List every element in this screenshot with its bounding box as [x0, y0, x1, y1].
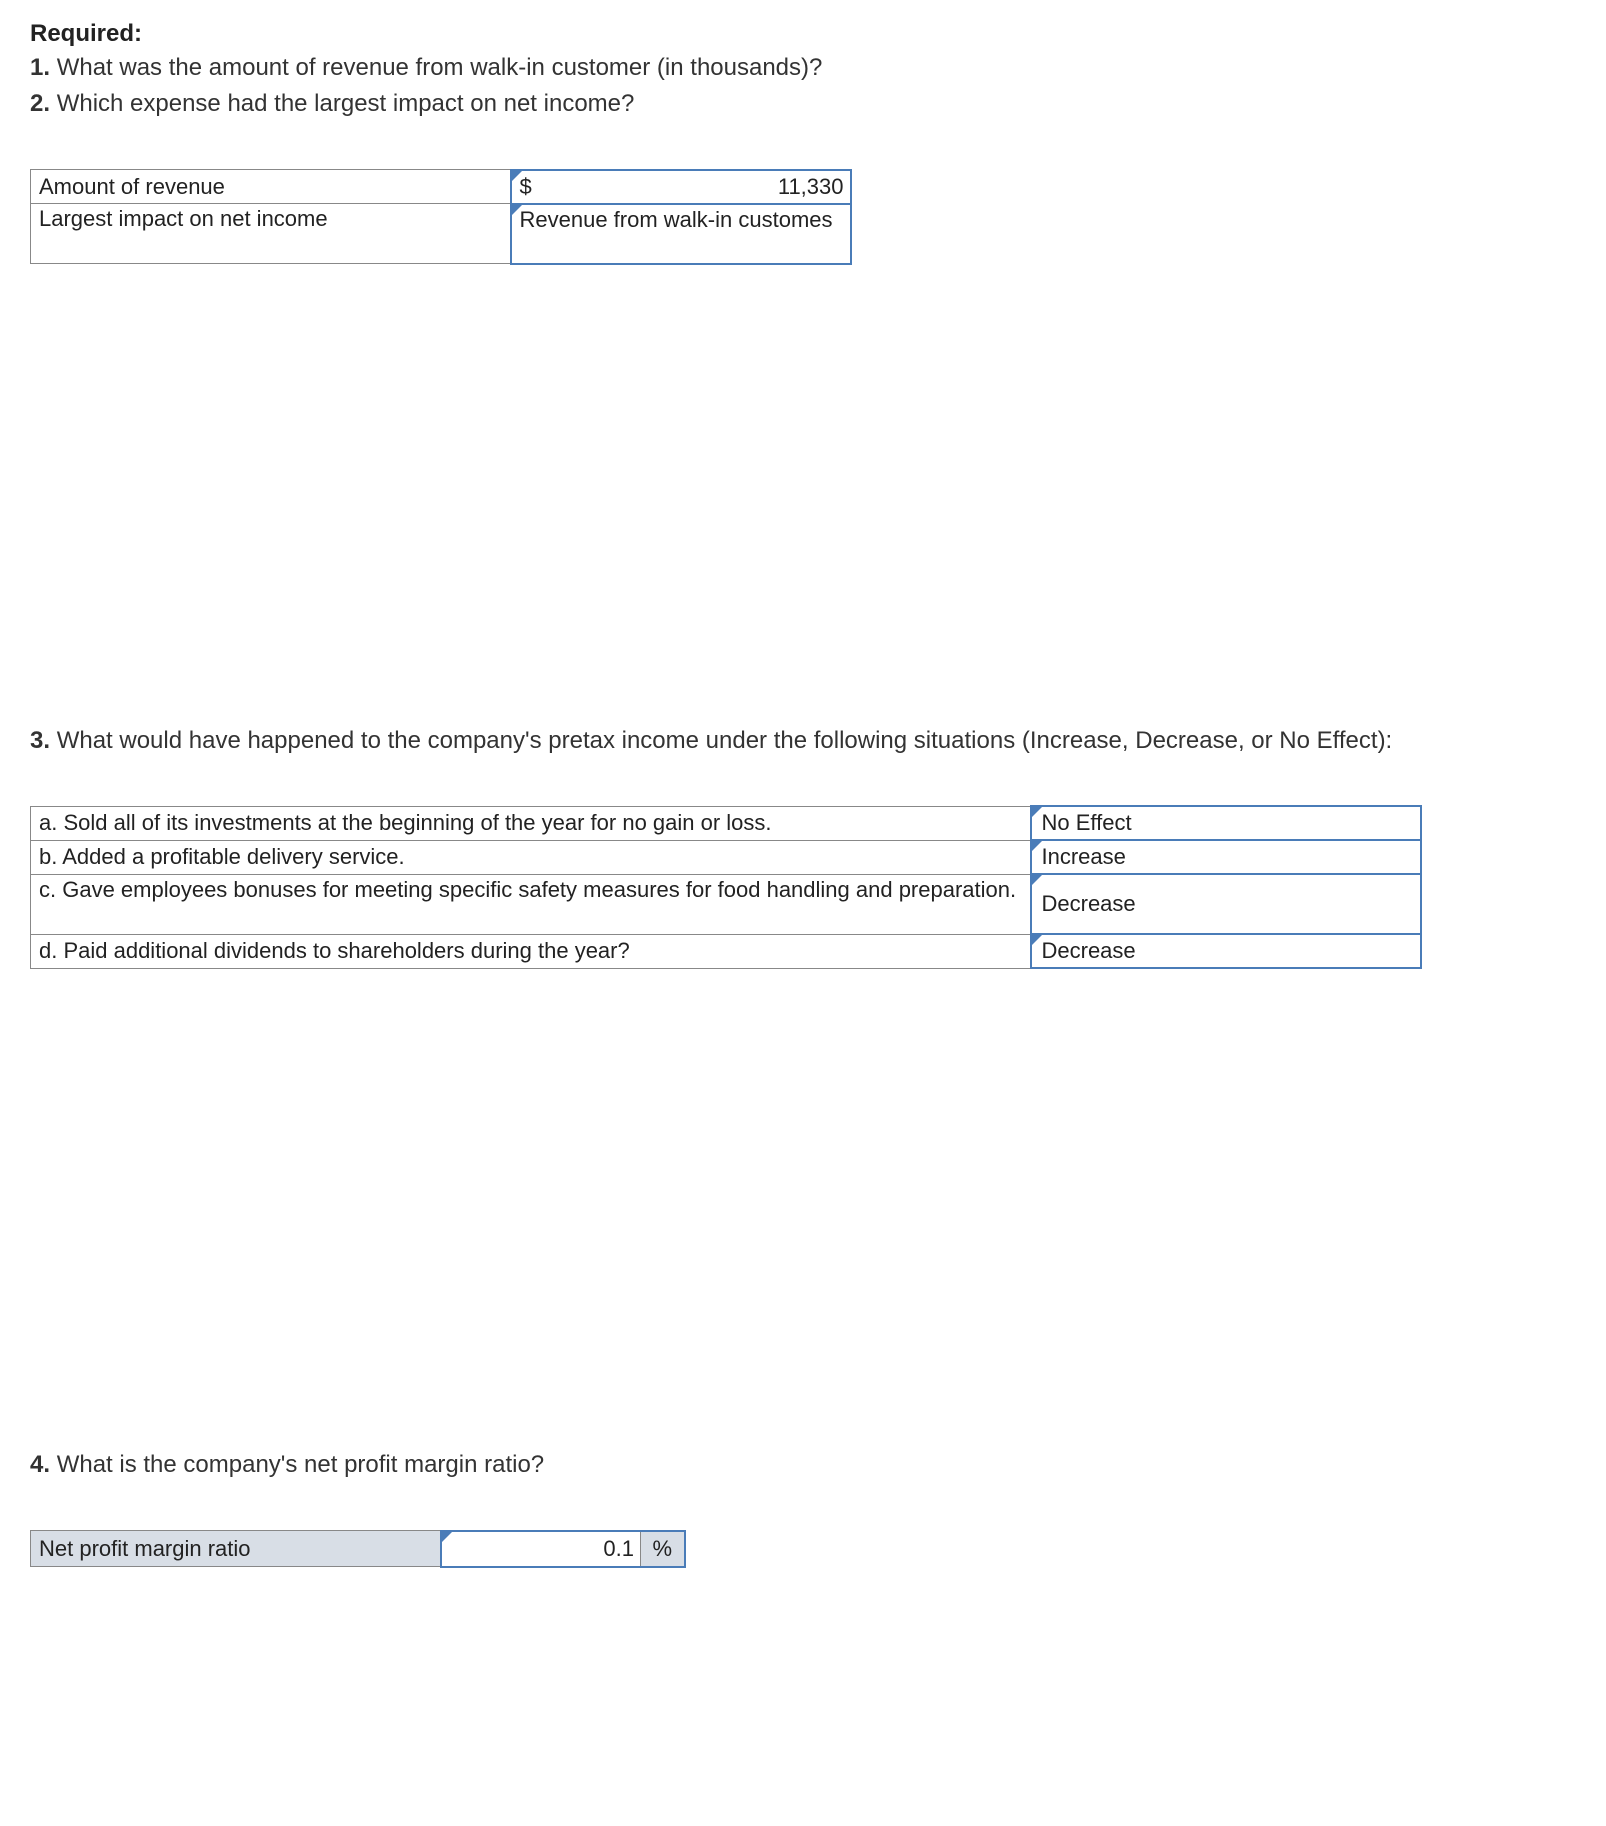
npm-label: Net profit margin ratio — [31, 1531, 441, 1567]
answer-table-1: Amount of revenue $ 11,330 Largest impac… — [30, 169, 852, 265]
q3b-answer: Increase — [1042, 844, 1126, 869]
q3a-answer-cell[interactable]: No Effect — [1031, 806, 1421, 840]
npm-value-cell[interactable]: 0.1 — [441, 1531, 641, 1567]
answer-table-2: a. Sold all of its investments at the be… — [30, 805, 1422, 969]
dropdown-marker-icon — [1032, 875, 1042, 885]
dropdown-marker-icon — [1032, 841, 1042, 851]
question-2-text: Which expense had the largest impact on … — [57, 90, 635, 117]
revenue-label: Amount of revenue — [31, 170, 511, 204]
dropdown-marker-icon — [1032, 807, 1042, 817]
dropdown-marker-icon — [442, 1532, 452, 1542]
question-1: 1. What was the amount of revenue from w… — [30, 52, 1576, 84]
question-3: 3. What would have happened to the compa… — [30, 725, 1576, 757]
q3b-answer-cell[interactable]: Increase — [1031, 840, 1421, 874]
question-3-text: What would have happened to the company'… — [57, 727, 1393, 754]
answer-table-3: Net profit margin ratio 0.1 % — [30, 1530, 686, 1568]
q3d-label: d. Paid additional dividends to sharehol… — [31, 934, 1031, 968]
q3c-answer-cell[interactable]: Decrease — [1031, 874, 1421, 934]
revenue-value-cell[interactable]: 11,330 — [571, 170, 851, 204]
q3a-label: a. Sold all of its investments at the be… — [31, 806, 1031, 840]
largest-impact-label: Largest impact on net income — [31, 204, 511, 264]
q3b-label: b. Added a profitable delivery service. — [31, 840, 1031, 874]
q3d-answer: Decrease — [1042, 938, 1136, 963]
q3d-answer-cell[interactable]: Decrease — [1031, 934, 1421, 968]
question-1-number: 1. — [30, 54, 50, 81]
dropdown-marker-icon — [512, 171, 522, 181]
q3c-label: c. Gave employees bonuses for meeting sp… — [31, 874, 1031, 934]
dropdown-marker-icon — [512, 205, 522, 215]
revenue-currency-cell[interactable]: $ — [511, 170, 571, 204]
question-4-text: What is the company's net profit margin … — [57, 1451, 544, 1478]
question-1-text: What was the amount of revenue from walk… — [57, 54, 823, 81]
npm-value: 0.1 — [603, 1536, 634, 1561]
q3c-answer: Decrease — [1042, 891, 1136, 916]
largest-impact-value: Revenue from walk-in customes — [520, 207, 833, 232]
question-3-number: 3. — [30, 727, 50, 754]
question-2-number: 2. — [30, 90, 50, 117]
largest-impact-value-cell[interactable]: Revenue from walk-in customes — [511, 204, 851, 264]
required-header: Required: — [30, 20, 1576, 48]
question-4-number: 4. — [30, 1451, 50, 1478]
question-2: 2. Which expense had the largest impact … — [30, 88, 1576, 120]
dropdown-marker-icon — [1032, 935, 1042, 945]
npm-unit: % — [641, 1531, 685, 1567]
question-4: 4. What is the company's net profit marg… — [30, 1449, 1576, 1481]
q3a-answer: No Effect — [1042, 810, 1132, 835]
